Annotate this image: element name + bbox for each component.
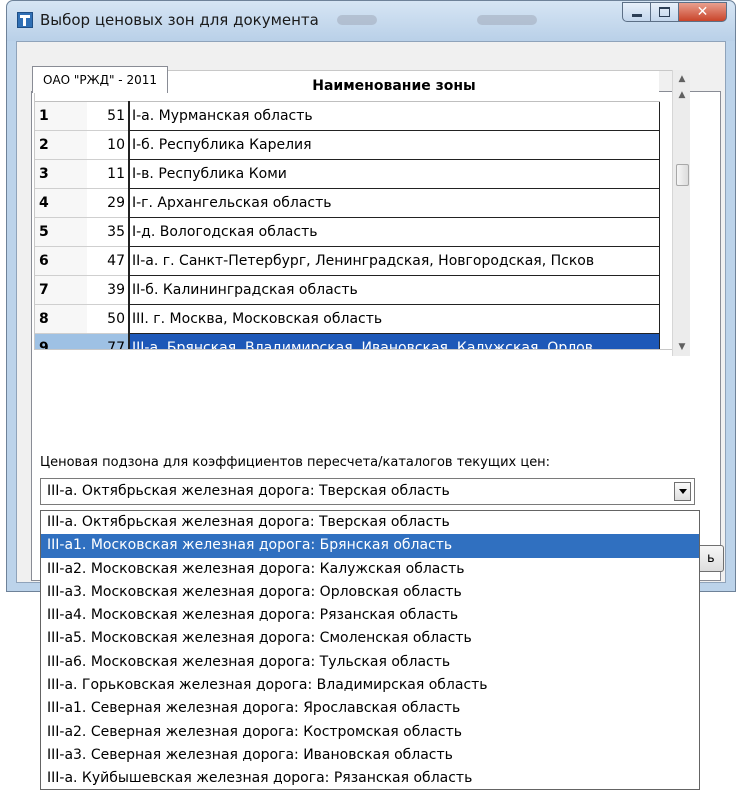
dropdown-option[interactable]: III-а. Горьковская железная дорога: Влад…: [41, 674, 699, 697]
cell-id[interactable]: 39: [87, 275, 129, 305]
grid-scrollbar[interactable]: ▲ ▲ ▼: [672, 70, 690, 356]
table-row[interactable]: 8 50 III. г. Москва, Московская область: [35, 304, 660, 334]
cell-name[interactable]: I-б. Республика Карелия: [128, 130, 660, 160]
table-row[interactable]: 9 77 III-а. Брянская, Владимирская, Иванов…: [35, 333, 660, 349]
scroll-up-icon[interactable]: ▲: [673, 86, 691, 104]
column-header-name[interactable]: Наименование зоны: [129, 71, 659, 102]
scroll-down-icon[interactable]: ▼: [673, 338, 691, 356]
dropdown-option[interactable]: III-а2. Московская железная дорога: Калу…: [41, 558, 699, 581]
close-button[interactable]: ✕: [679, 2, 727, 22]
dropdown-option[interactable]: III-а3. Московская железная дорога: Орло…: [41, 581, 699, 604]
cell-num[interactable]: 7: [35, 275, 87, 305]
dropdown-option[interactable]: III-а. Октябрьская железная дорога: Твер…: [41, 511, 699, 534]
zones-grid[interactable]: №пп № Наименование зоны 151I-а. Мурманск…: [34, 70, 680, 350]
title-bar[interactable]: Выбор ценовых зон для документа ✕: [7, 1, 735, 41]
cell-name[interactable]: II-а. г. Санкт-Петербург, Ленинградская,…: [128, 246, 660, 276]
cell-num[interactable]: 9: [35, 333, 87, 349]
cell-id[interactable]: 35: [87, 217, 129, 247]
zones-table: №пп № Наименование зоны 151I-а. Мурманск…: [35, 71, 660, 349]
cell-id[interactable]: 77: [87, 333, 129, 349]
dropdown-option[interactable]: III-а4. Московская железная дорога: Ряза…: [41, 604, 699, 627]
minimize-icon: [631, 14, 642, 17]
cell-id[interactable]: 10: [87, 130, 129, 160]
tab-rzd-2011[interactable]: ОАО "РЖД" - 2011: [32, 66, 168, 93]
cell-id[interactable]: 11: [87, 159, 129, 189]
table-row[interactable]: 3 11 I-в. Республика Коми: [35, 159, 660, 189]
cell-name[interactable]: I-в. Республика Коми: [128, 159, 660, 189]
title-glare: [337, 15, 377, 25]
chevron-down-icon[interactable]: [674, 482, 691, 501]
title-glare: [477, 15, 537, 25]
cell-num[interactable]: 4: [35, 188, 87, 218]
scrollbar-thumb[interactable]: [676, 164, 689, 186]
maximize-button[interactable]: [651, 2, 679, 22]
cell-name[interactable]: I-д. Вологодская область: [128, 217, 660, 247]
dropdown-option[interactable]: III-а1. Московская железная дорога: Брян…: [41, 534, 699, 558]
cell-num[interactable]: 3: [35, 159, 87, 189]
dropdown-option[interactable]: III-а5. Московская железная дорога: Смол…: [41, 627, 699, 650]
cell-name[interactable]: I-г. Архангельская область: [128, 188, 660, 218]
maximize-icon: [659, 7, 670, 17]
subzone-label: Ценовая подзона для коэффициентов пересч…: [40, 455, 551, 470]
table-row[interactable]: 4 29 I-г. Архангельская область: [35, 188, 660, 218]
cell-num[interactable]: 1: [35, 101, 87, 131]
app-icon: [17, 12, 33, 28]
cell-id[interactable]: 47: [87, 246, 129, 276]
cell-id[interactable]: 29: [87, 188, 129, 218]
subzone-selected-value: III-а. Октябрьская железная дорога: Твер…: [47, 483, 450, 499]
dropdown-option[interactable]: III-а. Куйбышевская железная дорога: Ряз…: [41, 767, 699, 789]
dropdown-option[interactable]: III-а3. Северная железная дорога: Иванов…: [41, 744, 699, 767]
cell-name[interactable]: I-а. Мурманская область: [128, 101, 660, 131]
cell-num[interactable]: 2: [35, 130, 87, 160]
table-row[interactable]: 1 51 I-а. Мурманская область: [35, 101, 660, 131]
cell-name[interactable]: III. г. Москва, Московская область: [128, 304, 660, 334]
cell-num[interactable]: 8: [35, 304, 87, 334]
subzone-combobox[interactable]: III-а. Октябрьская железная дорога: Твер…: [40, 478, 695, 505]
cell-name[interactable]: II-б. Калининградская область: [128, 275, 660, 305]
cell-name[interactable]: III-а. Брянская, Владимирская, Ивановска…: [128, 333, 660, 349]
cell-num[interactable]: 5: [35, 217, 87, 247]
table-row[interactable]: 5 35 I-д. Вологодская область: [35, 217, 660, 247]
table-row[interactable]: 2 10 I-б. Республика Карелия: [35, 130, 660, 160]
window-title: Выбор ценовых зон для документа: [40, 11, 319, 29]
window-controls: ✕: [622, 2, 727, 24]
cell-id[interactable]: 50: [87, 304, 129, 334]
subzone-dropdown-list[interactable]: III-а. Октябрьская железная дорога: Твер…: [40, 510, 700, 790]
cell-num[interactable]: 6: [35, 246, 87, 276]
table-row[interactable]: 6 47 II-а. г. Санкт-Петербург, Ленинградск…: [35, 246, 660, 276]
table-row[interactable]: 7 39 II-б. Калининградская область: [35, 275, 660, 305]
dropdown-option[interactable]: III-а1. Северная железная дорога: Яросла…: [41, 697, 699, 720]
dropdown-option[interactable]: III-а2. Северная железная дорога: Костро…: [41, 721, 699, 744]
minimize-button[interactable]: [622, 2, 651, 22]
grid-body: 1 51 I-а. Мурманская область 2 10 I-б. Респуб…: [35, 101, 660, 349]
dropdown-option[interactable]: III-а6. Московская железная дорога: Туль…: [41, 651, 699, 674]
cell-id[interactable]: 51: [87, 101, 129, 131]
close-icon: ✕: [696, 4, 709, 20]
